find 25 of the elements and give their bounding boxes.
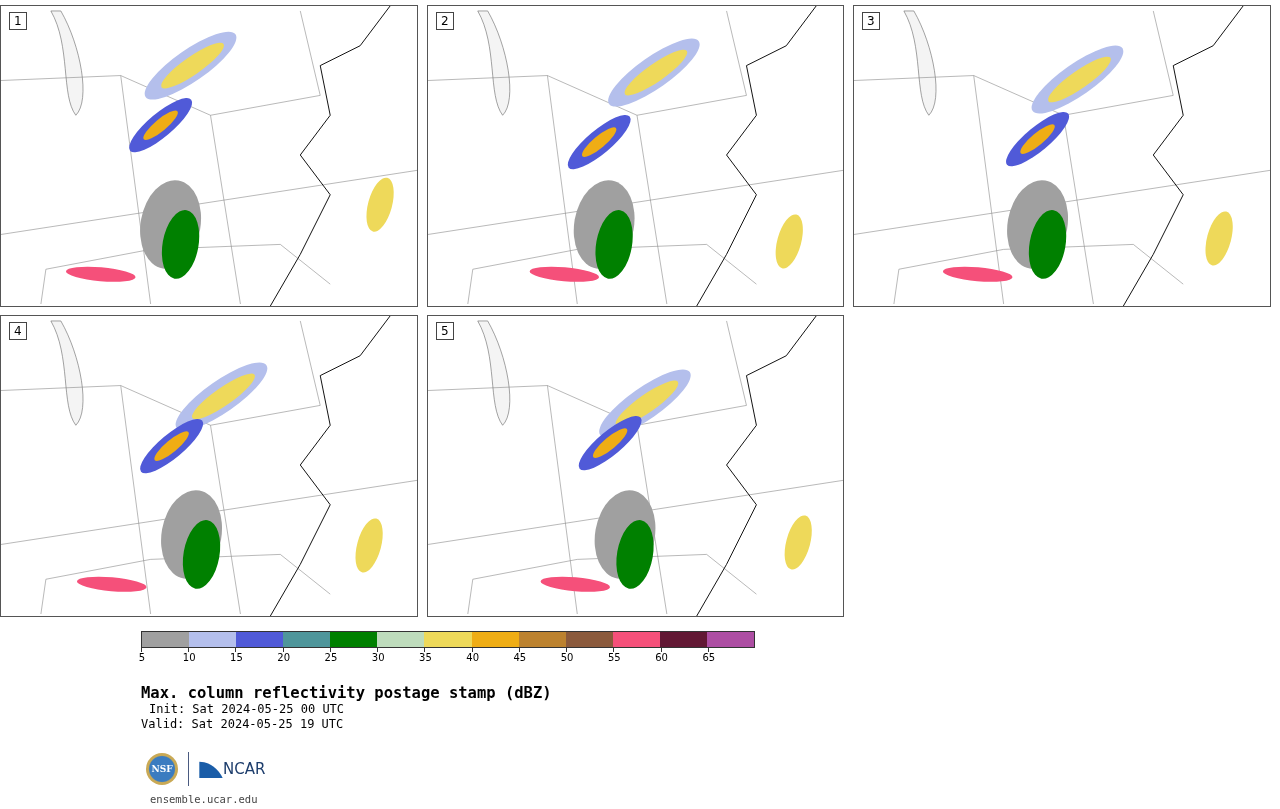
tick-label: 15 [230,652,243,663]
panel-number: 1 [9,12,27,30]
tick-label: 40 [466,652,479,663]
init-time: Init: Sat 2024-05-25 00 UTC [148,702,346,717]
logo-wordmark: NCAR [223,760,266,778]
tick-label: 50 [560,652,574,663]
chart-title: Max. column reflectivity postage stamp (dBZ) [141,684,553,702]
panel-number: 5 [436,322,454,340]
tick-label: 55 [608,652,621,663]
tick-label: 10 [182,652,196,663]
tick-label: 25 [324,652,338,663]
swoosh-icon [199,760,223,778]
tick-label: 30 [371,652,385,663]
panel-number: 2 [436,12,454,30]
panel-number: 4 [9,322,27,340]
tick-label: 20 [277,652,291,663]
tick-label: 65 [702,652,716,663]
panel-number: 3 [862,12,880,30]
site-address: ensemble.ucar.edu [150,793,259,805]
tick-label: 5 [138,652,146,663]
seal-logo: NSF [146,753,178,785]
tick-label: 35 [419,652,432,663]
valid-time: Valid: Sat 2024-05-25 19 UTC [141,717,345,732]
tick-label: 60 [655,652,668,663]
tick-label: 45 [513,652,527,663]
